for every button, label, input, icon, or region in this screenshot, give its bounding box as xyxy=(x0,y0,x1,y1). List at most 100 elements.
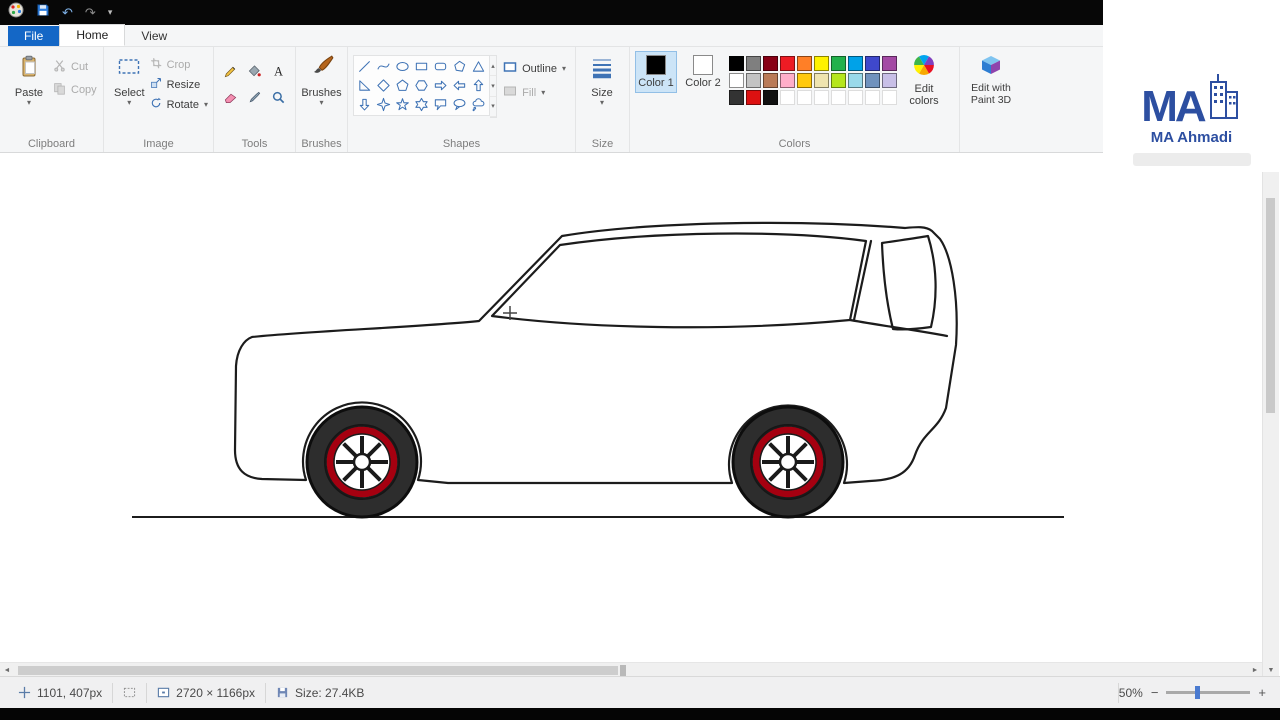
empty-color-swatch[interactable] xyxy=(865,90,880,105)
crop-button[interactable]: Crop xyxy=(150,57,208,72)
fill-icon[interactable] xyxy=(243,59,265,83)
select-button[interactable]: Select ▾ xyxy=(109,51,150,107)
horizontal-scroll-thumb[interactable] xyxy=(18,665,618,675)
shape-arrow-down-icon[interactable] xyxy=(355,95,374,114)
shape-polygon-icon[interactable] xyxy=(450,57,469,76)
undo-button[interactable]: ↶ xyxy=(62,6,73,19)
color-swatch[interactable] xyxy=(729,73,744,88)
color-swatch[interactable] xyxy=(746,56,761,71)
empty-color-swatch[interactable] xyxy=(797,90,812,105)
shape-rectangle-icon[interactable] xyxy=(412,57,431,76)
color2-button[interactable]: Color 2 xyxy=(682,51,724,93)
shape-rounded-rectangle-icon[interactable] xyxy=(431,57,450,76)
color-swatch[interactable] xyxy=(848,56,863,71)
color-swatch[interactable] xyxy=(831,56,846,71)
eraser-icon[interactable] xyxy=(219,85,241,109)
color-swatch[interactable] xyxy=(746,90,761,105)
shape-oval-icon[interactable] xyxy=(393,57,412,76)
color-swatch[interactable] xyxy=(882,56,897,71)
shape-star-6-icon[interactable] xyxy=(412,95,431,114)
color1-button[interactable]: Color 1 xyxy=(635,51,677,94)
shape-pentagon-icon[interactable] xyxy=(393,76,412,95)
shape-right-triangle-icon[interactable] xyxy=(355,76,374,95)
color-swatch[interactable] xyxy=(729,56,744,71)
scroll-down-icon[interactable]: ▼ xyxy=(1263,667,1279,674)
rotate-button[interactable]: Rotate ▾ xyxy=(150,97,208,112)
quick-access-dropdown[interactable]: ▾ xyxy=(108,8,113,17)
color-swatch[interactable] xyxy=(865,73,880,88)
save-button[interactable] xyxy=(36,3,50,22)
color-swatch[interactable] xyxy=(763,90,778,105)
zoom-out-button[interactable]: − xyxy=(1151,685,1159,700)
resize-button[interactable]: Resize xyxy=(150,77,208,92)
shape-star-5-icon[interactable] xyxy=(393,95,412,114)
tab-view[interactable]: View xyxy=(125,26,183,46)
color-swatch[interactable] xyxy=(780,73,795,88)
scroll-right-icon[interactable]: ► xyxy=(1248,667,1262,674)
horizontal-scrollbar[interactable]: ◄ ► xyxy=(0,662,1262,677)
gallery-up-icon[interactable]: ▴ xyxy=(490,56,497,77)
paste-button[interactable]: Paste ▾ xyxy=(5,51,53,107)
shape-triangle-icon[interactable] xyxy=(469,57,488,76)
shape-hexagon-icon[interactable] xyxy=(412,76,431,95)
magnifier-icon[interactable] xyxy=(267,85,289,109)
zoom-controls: 50% − + xyxy=(1119,685,1272,700)
pencil-icon[interactable] xyxy=(219,59,241,83)
color-swatch[interactable] xyxy=(797,56,812,71)
empty-color-swatch[interactable] xyxy=(882,90,897,105)
color-swatch[interactable] xyxy=(763,73,778,88)
gallery-more-icon[interactable]: ▾ xyxy=(490,97,497,117)
zoom-in-button[interactable]: + xyxy=(1258,685,1266,700)
shape-arrow-up-icon[interactable] xyxy=(469,76,488,95)
empty-color-swatch[interactable] xyxy=(831,90,846,105)
drawing-canvas[interactable] xyxy=(0,153,1262,662)
color-swatch[interactable] xyxy=(814,56,829,71)
crop-icon xyxy=(150,57,162,72)
edit-with-paint3d-button[interactable]: Edit with Paint 3D xyxy=(965,51,1017,106)
vertical-scroll-thumb[interactable] xyxy=(1266,198,1275,413)
shape-curve-icon[interactable] xyxy=(374,57,393,76)
vertical-scrollbar[interactable]: ▲ ▼ xyxy=(1262,153,1279,676)
zoom-slider-thumb[interactable] xyxy=(1194,686,1200,699)
color-picker-icon[interactable] xyxy=(243,85,265,109)
tab-file[interactable]: File xyxy=(8,26,60,46)
color-swatch[interactable] xyxy=(729,90,744,105)
color-swatch[interactable] xyxy=(865,56,880,71)
shape-callout-cloud-icon[interactable] xyxy=(469,95,488,114)
brushes-button[interactable]: Brushes ▾ xyxy=(301,51,342,107)
cut-button[interactable]: Cut xyxy=(53,59,97,75)
empty-color-swatch[interactable] xyxy=(814,90,829,105)
color-swatch[interactable] xyxy=(763,56,778,71)
color-swatch[interactable] xyxy=(831,73,846,88)
shape-line-icon[interactable] xyxy=(355,57,374,76)
outline-button[interactable]: Outline ▾ xyxy=(503,61,566,76)
shape-arrow-right-icon[interactable] xyxy=(431,76,450,95)
resize-icon xyxy=(150,77,162,92)
fill-button[interactable]: Fill ▾ xyxy=(503,85,566,100)
shape-arrow-left-icon[interactable] xyxy=(450,76,469,95)
shape-callout-oval-icon[interactable] xyxy=(450,95,469,114)
empty-color-swatch[interactable] xyxy=(848,90,863,105)
fill-caret-icon: ▾ xyxy=(541,87,546,97)
size-button[interactable]: Size ▾ xyxy=(581,51,623,107)
zoom-slider[interactable] xyxy=(1166,686,1251,699)
scroll-left-icon[interactable]: ◄ xyxy=(0,667,14,674)
color-swatch[interactable] xyxy=(780,56,795,71)
edit-colors-button[interactable]: Edit colors xyxy=(902,51,946,108)
shape-diamond-icon[interactable] xyxy=(374,76,393,95)
shape-callout-rectangle-icon[interactable] xyxy=(431,95,450,114)
gallery-down-icon[interactable]: ▾ xyxy=(490,76,497,97)
resize-label: Resize xyxy=(166,78,201,91)
text-icon[interactable]: A xyxy=(267,59,289,83)
shape-star-4-icon[interactable] xyxy=(374,95,393,114)
color-swatch[interactable] xyxy=(882,73,897,88)
tab-home[interactable]: Home xyxy=(59,24,126,46)
redo-button[interactable]: ↷ xyxy=(85,6,96,19)
color-swatch[interactable] xyxy=(848,73,863,88)
color-swatch[interactable] xyxy=(797,73,812,88)
color-swatch[interactable] xyxy=(814,73,829,88)
color-swatch[interactable] xyxy=(746,73,761,88)
empty-color-swatch[interactable] xyxy=(780,90,795,105)
copy-button[interactable]: Copy xyxy=(53,82,97,98)
watermark-monogram: MA xyxy=(1141,82,1206,132)
